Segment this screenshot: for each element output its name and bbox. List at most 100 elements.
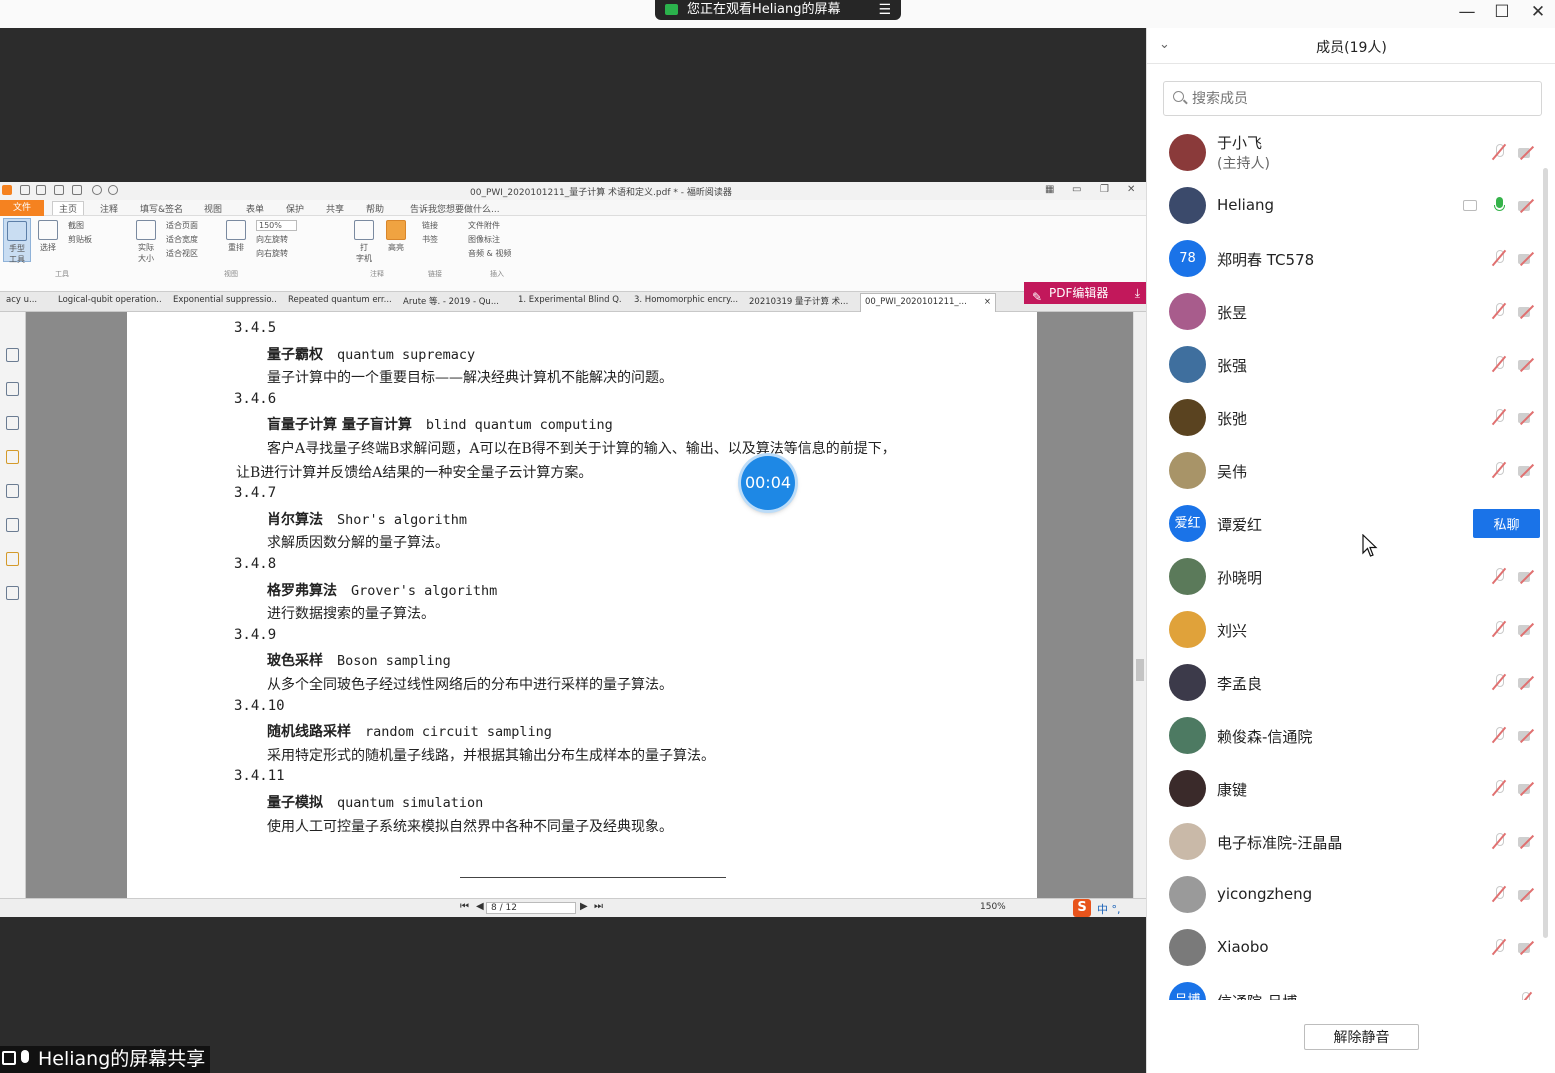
- maximize-button[interactable]: ☐: [1487, 1, 1517, 23]
- tab-fill-sign[interactable]: 填写&签名: [140, 202, 183, 215]
- audio-video-button[interactable]: 音频 & 视频: [468, 248, 511, 259]
- camera-off-icon[interactable]: [1518, 782, 1537, 795]
- fit-view-button[interactable]: 适合视区: [166, 248, 198, 259]
- doc-tab[interactable]: 20210319 量子计算 术...: [749, 295, 853, 307]
- undo-icon[interactable]: [92, 185, 102, 195]
- member-row[interactable]: Heliang: [1147, 179, 1543, 232]
- private-chat-button[interactable]: 私聊: [1473, 509, 1540, 538]
- highlight-button[interactable]: 高亮: [382, 218, 410, 262]
- member-row[interactable]: yicongzheng: [1147, 868, 1543, 921]
- member-row[interactable]: 电子标准院-汪晶晶: [1147, 815, 1543, 868]
- member-row[interactable]: 赖俊森-信通院: [1147, 709, 1543, 762]
- screen-sharing-indicator[interactable]: 您正在观看Heliang的屏幕 ☰: [655, 0, 901, 20]
- tab-share[interactable]: 共享: [326, 202, 344, 215]
- actual-size-button[interactable]: 实际 大小: [132, 218, 160, 263]
- layers-panel-icon[interactable]: [6, 416, 19, 430]
- redo-icon[interactable]: [108, 185, 118, 195]
- member-row[interactable]: 于小飞 (主持人): [1147, 126, 1543, 179]
- camera-off-icon[interactable]: [1518, 358, 1537, 371]
- member-row[interactable]: 张弛: [1147, 391, 1543, 444]
- mic-muted-icon[interactable]: [1492, 886, 1506, 903]
- sogou-ime-icon[interactable]: S: [1073, 899, 1091, 917]
- tab-file[interactable]: 文件: [0, 200, 44, 216]
- mic-on-icon[interactable]: [1492, 197, 1506, 214]
- member-row[interactable]: 吴伟: [1147, 444, 1543, 497]
- pdf-vertical-scrollbar[interactable]: [1133, 312, 1146, 898]
- comments-panel-icon[interactable]: [6, 450, 19, 464]
- camera-off-icon[interactable]: [1518, 464, 1537, 477]
- pdf-restore-button[interactable]: ❐: [1100, 184, 1109, 195]
- camera-off-icon[interactable]: [1518, 411, 1537, 424]
- mic-muted-icon[interactable]: [1492, 833, 1506, 850]
- member-row[interactable]: 李孟良: [1147, 656, 1543, 709]
- mic-muted-icon[interactable]: [1492, 621, 1506, 638]
- mic-muted-icon[interactable]: [1492, 409, 1506, 426]
- doc-tab[interactable]: 3. Homomorphic encry...: [634, 295, 738, 305]
- doc-tab[interactable]: Exponential suppressio...: [173, 295, 277, 305]
- mic-muted-icon[interactable]: [1492, 356, 1506, 373]
- member-row[interactable]: 康键: [1147, 762, 1543, 815]
- open-icon[interactable]: [20, 185, 30, 195]
- member-row[interactable]: 78 郑明春 TC578: [1147, 232, 1543, 285]
- menu-icon[interactable]: ☰: [878, 0, 891, 20]
- tell-me-field[interactable]: 告诉我您想要做什么...: [410, 202, 500, 215]
- pdf-minimize-button[interactable]: ▭: [1072, 184, 1081, 195]
- pages-panel-icon[interactable]: [6, 382, 19, 396]
- camera-off-icon[interactable]: [1518, 729, 1537, 742]
- mic-muted-icon[interactable]: [1518, 992, 1532, 1000]
- doc-tab[interactable]: Logical-qubit operation...: [58, 295, 162, 305]
- fit-page-button[interactable]: 适合页面: [166, 220, 198, 231]
- scroll-thumb[interactable]: [1136, 659, 1144, 681]
- camera-off-icon[interactable]: [1518, 941, 1537, 954]
- tab-comment[interactable]: 注释: [100, 202, 118, 215]
- mic-muted-icon[interactable]: [1492, 462, 1506, 479]
- recording-timer[interactable]: 00:04: [741, 456, 795, 510]
- file-attachment-button[interactable]: 文件附件: [468, 220, 500, 231]
- prev-page-button[interactable]: ◀: [476, 901, 484, 912]
- member-search-input[interactable]: [1163, 81, 1542, 116]
- next-page-button[interactable]: ▶: [580, 901, 588, 912]
- bookmark-button[interactable]: 书签: [422, 234, 438, 245]
- tab-protect[interactable]: 保护: [286, 202, 304, 215]
- member-row[interactable]: 张强: [1147, 338, 1543, 391]
- pdf-close-button[interactable]: ✕: [1127, 184, 1135, 195]
- layout-icon[interactable]: ▦: [1045, 184, 1054, 195]
- hand-tool-button[interactable]: 手型 工具: [3, 218, 31, 264]
- reflow-button[interactable]: 重排: [222, 218, 250, 262]
- snapshot-button[interactable]: 截图: [68, 220, 84, 231]
- camera-off-icon[interactable]: [1518, 199, 1537, 212]
- mic-muted-icon[interactable]: [1492, 674, 1506, 691]
- mic-muted-icon[interactable]: [1492, 144, 1506, 161]
- close-tab-icon[interactable]: ×: [984, 294, 991, 311]
- security-panel-icon[interactable]: [6, 552, 19, 566]
- camera-off-icon[interactable]: [1518, 888, 1537, 901]
- ime-status[interactable]: 中 °,: [1097, 901, 1121, 917]
- tab-form[interactable]: 表单: [246, 202, 264, 215]
- mic-muted-icon[interactable]: [1492, 939, 1506, 956]
- mic-muted-icon[interactable]: [1492, 727, 1506, 744]
- attachments-panel-icon[interactable]: [6, 484, 19, 498]
- zoom-select[interactable]: 150%: [256, 220, 297, 231]
- member-row[interactable]: Xiaobo: [1147, 921, 1543, 974]
- member-row[interactable]: 刘兴: [1147, 603, 1543, 656]
- camera-off-icon[interactable]: [1518, 252, 1537, 265]
- email-icon[interactable]: [72, 185, 82, 195]
- member-row[interactable]: 吕博信通院-吕博: [1147, 974, 1543, 1000]
- first-page-button[interactable]: ⏮: [460, 901, 469, 912]
- close-button[interactable]: ✕: [1523, 1, 1553, 23]
- image-annotation-button[interactable]: 图像标注: [468, 234, 500, 245]
- rotate-left-button[interactable]: 向左旋转: [256, 234, 288, 245]
- minimize-button[interactable]: —: [1452, 1, 1482, 23]
- typewriter-button[interactable]: 打 字机: [350, 218, 378, 263]
- tab-help[interactable]: 帮助: [366, 202, 384, 215]
- camera-off-icon[interactable]: [1518, 676, 1537, 689]
- doc-tab[interactable]: acy u...: [6, 295, 46, 305]
- print-icon[interactable]: [54, 185, 64, 195]
- mic-muted-icon[interactable]: [1492, 303, 1506, 320]
- tab-view[interactable]: 视图: [204, 202, 222, 215]
- last-page-button[interactable]: ⏭: [594, 901, 603, 912]
- member-row[interactable]: 张昱: [1147, 285, 1543, 338]
- doc-tab[interactable]: 1. Experimental Blind Q...: [518, 295, 622, 305]
- fit-width-button[interactable]: 适合宽度: [166, 234, 198, 245]
- doc-tab[interactable]: Repeated quantum err...: [288, 295, 392, 305]
